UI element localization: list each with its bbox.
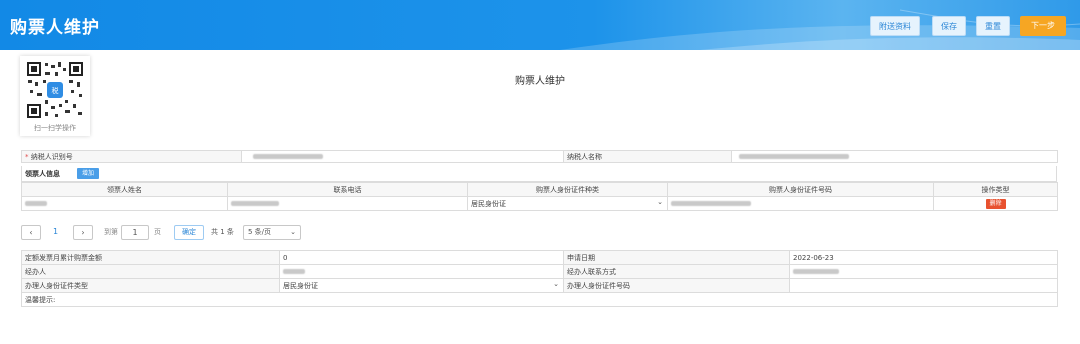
delete-button[interactable]: 删除 [985,198,1006,209]
taxpayer-id-label: * 纳税人识别号 [21,150,242,163]
next-step-button[interactable]: 下一步 [1020,16,1066,36]
details-table: 定额发票月累计购票金额 0 申请日期 2022-06-23 经办人 经办人联系方… [21,250,1058,307]
prev-page-button[interactable]: ‹ [21,225,41,240]
operation-cell: 删除 [933,196,1058,211]
add-recipient-button[interactable]: 增加 [77,168,99,179]
attachments-button[interactable]: 附送资料 [870,16,920,36]
pagination: ‹ 1 › 到第 1 页 确定 共 1 条 5 条/页 ⌄ [21,225,421,241]
table-row: 居民身份证 ⌄ 删除 [21,196,1058,211]
id-type-select[interactable]: 居民身份证 ⌄ [467,196,668,211]
next-page-button[interactable]: › [73,225,93,240]
taxpayer-table: * 纳税人识别号 纳税人名称 [21,150,1058,163]
page-unit-label: 页 [154,228,161,236]
column-header: 购票人身份证件种类 [467,182,668,197]
column-header: 联系电话 [227,182,468,197]
redacted-value [253,154,323,159]
column-header: 领票人姓名 [21,182,228,197]
goto-page-input[interactable]: 1 [121,225,149,240]
recipient-table: 领票人姓名 联系电话 购票人身份证件种类 购票人身份证件号码 操作类型 居民身份… [21,182,1058,211]
date-value: 2022-06-23 [789,250,1058,265]
save-button[interactable]: 保存 [932,16,966,36]
total-count: 共 1 条 [211,228,234,236]
id-number-input[interactable] [667,196,934,211]
contact-label: 经办人联系方式 [563,264,790,279]
goto-label: 到第 [104,228,118,236]
column-header: 购票人身份证件号码 [667,182,934,197]
handler-id-type-select[interactable]: 居民身份证 ⌄ [279,278,564,293]
qr-caption: 扫一扫学操作 [34,124,76,132]
recipient-name-input[interactable] [21,196,228,211]
tip-row: 温馨提示: [21,292,1058,307]
handler-input[interactable] [279,264,564,279]
page-header-title: 购票人维护 [10,18,100,38]
redacted-value [793,269,839,274]
redacted-value [283,269,305,274]
date-label: 申请日期 [563,250,790,265]
chevron-down-icon: ⌄ [290,228,296,236]
amount-value: 0 [279,250,564,265]
redacted-value [231,201,279,206]
amount-label: 定额发票月累计购票金额 [21,250,280,265]
handler-id-type-label: 办理人身份证件类型 [21,278,280,293]
chevron-down-icon: ⌄ [553,280,559,288]
taxpayer-name-value [731,150,1058,163]
qr-code-icon: 税 [25,60,85,120]
page-size-select[interactable]: 5 条/页 ⌄ [243,225,301,240]
qr-code-panel: 税 扫一扫学操作 [20,56,90,136]
handler-id-no-input[interactable] [789,278,1058,293]
svg-text:税: 税 [52,86,59,95]
header-bar: 购票人维护 附送资料 保存 重置 下一步 [0,0,1080,50]
confirm-goto-button[interactable]: 确定 [174,225,204,240]
page-title: 购票人维护 [515,76,565,87]
taxpayer-id-value [241,150,564,163]
chevron-down-icon: ⌄ [657,198,663,206]
redacted-value [671,201,751,206]
contact-input[interactable] [789,264,1058,279]
reset-button[interactable]: 重置 [976,16,1010,36]
current-page[interactable]: 1 [53,227,58,236]
redacted-value [739,154,849,159]
taxpayer-name-label: 纳税人名称 [563,150,732,163]
table-header-row: 领票人姓名 联系电话 购票人身份证件种类 购票人身份证件号码 操作类型 [21,182,1058,197]
required-mark: * [25,152,29,161]
handler-label: 经办人 [21,264,280,279]
recipient-section-title: 领票人信息 [25,170,60,178]
recipient-section-header: 领票人信息 增加 [21,166,1057,182]
redacted-value [25,201,47,206]
recipient-phone-input[interactable] [227,196,468,211]
column-header: 操作类型 [933,182,1058,197]
handler-id-no-label: 办理人身份证件号码 [563,278,790,293]
